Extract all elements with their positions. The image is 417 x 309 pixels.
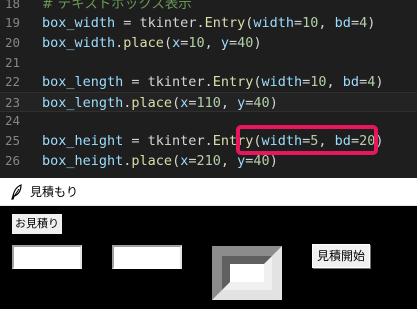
code-token: box_length — [42, 74, 124, 90]
code-token: tkinter. — [139, 15, 205, 31]
line-number: 22 — [4, 74, 20, 89]
code-line: 20 box_width.place(x=10, y=40) — [0, 33, 417, 53]
code-token: Entry — [204, 15, 246, 31]
box-length-input[interactable] — [114, 249, 180, 269]
code-token: 210 — [196, 153, 221, 169]
code-token: bd — [342, 74, 360, 90]
code-token: 110 — [196, 95, 221, 111]
code-token: box_width — [42, 15, 116, 31]
code-token: width — [261, 74, 303, 90]
code-token: width — [253, 15, 294, 31]
code-token: place — [131, 153, 173, 169]
code-token: = — [294, 15, 303, 31]
line-number: 21 — [4, 55, 20, 70]
window-title: 見積もり — [30, 185, 79, 199]
code-token: 10 — [302, 15, 319, 31]
line-number: 25 — [4, 133, 20, 148]
box-width-input[interactable] — [14, 249, 80, 269]
code-token: 4 — [359, 15, 368, 31]
estimate-label: お見積り — [12, 214, 62, 234]
code-token: 10 — [310, 74, 327, 90]
feather-icon — [11, 184, 22, 200]
code-token: ( — [172, 153, 181, 169]
code-line: 22 box_length = tkinter.Entry(width=10, b… — [0, 72, 417, 92]
code-token: place — [123, 35, 164, 51]
code-line: 18 # テキストボックス表示 — [0, 0, 417, 14]
code-token: ( — [163, 35, 173, 51]
line-number: 20 — [4, 35, 20, 50]
code-token: , — [318, 15, 335, 31]
code-token: 40 — [253, 153, 270, 169]
code-token: box_height — [42, 133, 124, 149]
code-token: 40 — [253, 95, 270, 111]
code-line: 19 box_width = tkinter.Entry(width=10, bd… — [0, 13, 417, 33]
code-token: 10 — [188, 35, 205, 51]
code-token: y — [220, 35, 230, 51]
code-token: box_height — [42, 153, 124, 169]
line-number: 23 — [4, 95, 20, 110]
start-estimate-button[interactable]: 見積開始 — [312, 244, 370, 268]
code-token: = — [115, 15, 140, 31]
code-token: ) — [269, 153, 278, 169]
code-token: tkinter. — [147, 74, 213, 90]
box-height-entry[interactable] — [212, 246, 282, 300]
code-line: 21 — [0, 53, 417, 73]
code-token: , — [204, 35, 221, 51]
code-token: ) — [253, 35, 262, 51]
code-token: ) — [269, 95, 278, 111]
highlight-annotation — [236, 125, 378, 155]
line-number: 26 — [4, 153, 20, 168]
code-token: 40 — [237, 35, 254, 51]
code-token: ) — [367, 15, 376, 31]
code-token: box_width — [42, 35, 116, 51]
code-text: # テキストボックス表示 — [42, 0, 192, 14]
code-token: = — [123, 133, 148, 149]
code-token: = — [350, 15, 360, 31]
code-token: place — [131, 95, 173, 111]
box-length-entry[interactable] — [112, 245, 182, 269]
code-token: ( — [172, 95, 181, 111]
code-text: box_length = tkinter.Entry(width=10, bd=… — [42, 72, 383, 92]
code-token: box_length — [42, 95, 124, 111]
code-token: , — [326, 74, 343, 90]
code-token: = — [359, 74, 368, 90]
code-token: = — [123, 74, 148, 90]
code-token: , — [220, 153, 238, 169]
code-line: 23 box_length.place(x=110, y=40) — [0, 92, 417, 112]
line-number: 19 — [4, 15, 20, 30]
code-text: box_width = tkinter.Entry(width=10, bd=4… — [42, 13, 375, 33]
code-text: box_length.place(x=110, y=40) — [42, 93, 278, 113]
code-token: tkinter. — [147, 133, 213, 149]
box-width-entry[interactable] — [12, 245, 82, 269]
code-token: ) — [375, 74, 384, 90]
code-token: , — [220, 95, 238, 111]
window-titlebar: 見積もり — [0, 178, 417, 206]
code-token: x — [172, 35, 181, 51]
line-number: 24 — [4, 113, 20, 128]
line-number: 18 — [4, 0, 20, 11]
code-token: = — [229, 35, 238, 51]
code-token: Entry — [212, 74, 254, 90]
code-text: box_width.place(x=10, y=40) — [42, 33, 262, 53]
code-token: bd — [334, 15, 351, 31]
code-token: # テキストボックス表示 — [42, 0, 192, 12]
box-height-input[interactable] — [222, 256, 272, 290]
